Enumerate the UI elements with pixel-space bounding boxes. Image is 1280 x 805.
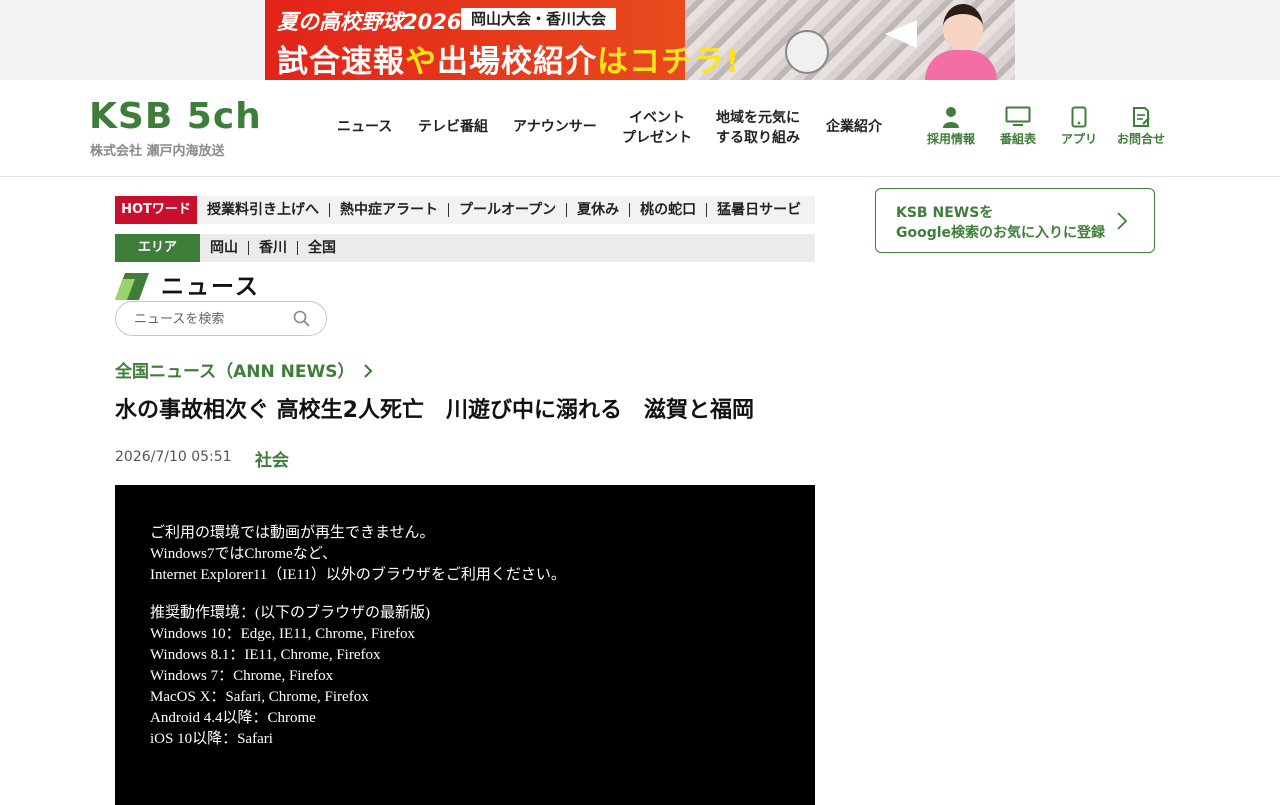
hotword-bar: HOTワード 授業料引き上げへ 熱中症アラート プールオープン 夏休み 桃の蛇口…	[115, 196, 815, 224]
nav-events[interactable]: イベント プレゼント	[622, 108, 692, 148]
video-msg-line: Windows7ではChromeなど、	[150, 546, 337, 562]
video-msg-line: 推奨動作環境：(以下のブラウザの最新版)	[150, 605, 430, 621]
hotword-item[interactable]: 猛暑日サービ	[706, 203, 811, 217]
article-category[interactable]: 社会	[255, 446, 289, 471]
section-mark-icon	[115, 273, 149, 300]
video-msg-line: iOS 10以降：Safari	[150, 731, 273, 747]
hotword-item[interactable]: プールオープン	[448, 203, 566, 217]
video-msg-line: Android 4.4以降：Chrome	[150, 710, 316, 726]
area-national[interactable]: 全国	[297, 241, 346, 255]
video-unsupported-message: ご利用の環境では動画が再生できません。 Windows7ではChromeなど、 …	[150, 523, 566, 750]
area-bar: エリア 岡山 香川 全国	[115, 234, 815, 262]
ad-banner-area: 夏の高校野球2026 岡山大会・香川大会 試合速報や出場校紹介はコチラ!	[0, 0, 1280, 80]
util-recruit[interactable]: 採用情報	[926, 106, 976, 147]
chevron-right-icon	[363, 364, 372, 378]
area-label: エリア	[115, 234, 200, 262]
search-icon[interactable]	[293, 310, 311, 328]
area-kagawa[interactable]: 香川	[248, 241, 297, 255]
contact-form-icon	[1133, 107, 1150, 127]
hotword-label: HOTワード	[115, 196, 197, 224]
person-icon	[943, 107, 959, 128]
video-msg-line: Windows 7：Chrome, Firefox	[150, 668, 334, 684]
site-logo[interactable]: KSB 5ch	[89, 97, 262, 137]
banner-person-image	[915, 0, 1005, 80]
util-schedule[interactable]: 番組表	[996, 106, 1040, 147]
google-favorite-line2: Google検索のお気に入りに登録	[896, 225, 1106, 241]
nav-news[interactable]: ニュース	[337, 117, 392, 137]
hotword-item[interactable]: 夏休み	[566, 203, 629, 217]
nav-company[interactable]: 企業紹介	[826, 117, 882, 137]
search-input[interactable]	[134, 309, 294, 329]
chevron-right-icon	[1117, 212, 1128, 230]
section-title-text: ニュース	[161, 274, 260, 300]
koshien-banner[interactable]: 夏の高校野球2026 岡山大会・香川大会 試合速報や出場校紹介はコチラ!	[265, 0, 1015, 80]
site-header: KSB 5ch 株式会社 瀬戸内海放送 ニュース テレビ番組 アナウンサー イベ…	[0, 80, 1280, 177]
tv-icon	[1005, 106, 1031, 126]
nav-announcers[interactable]: アナウンサー	[513, 117, 597, 137]
video-msg-line: MacOS X：Safari, Chrome, Firefox	[150, 689, 369, 705]
breadcrumb-label: 全国ニュース（ANN NEWS）	[115, 362, 355, 382]
baseball-icon	[785, 30, 829, 74]
area-okayama[interactable]: 岡山	[200, 241, 248, 255]
nav-tv-programs[interactable]: テレビ番組	[418, 117, 488, 137]
banner-title: 夏の高校野球2026	[277, 10, 462, 34]
breadcrumb[interactable]: 全国ニュース（ANN NEWS）	[115, 357, 373, 382]
banner-tag: 岡山大会・香川大会	[461, 8, 617, 30]
hotword-item[interactable]: 桃の蛇口	[629, 203, 706, 217]
hotword-item[interactable]: 熱中症アラート	[329, 203, 448, 217]
megaphone-icon	[885, 20, 917, 48]
util-contact[interactable]: お問合せ	[1116, 106, 1166, 147]
video-player[interactable]: ご利用の環境では動画が再生できません。 Windows7ではChromeなど、 …	[115, 485, 815, 805]
google-favorite-button[interactable]: KSB NEWSを Google検索のお気に入りに登録	[875, 188, 1155, 253]
util-app[interactable]: アプリ	[1060, 106, 1098, 147]
video-msg-line: Internet Explorer11（IE11）以外のブラウザをご利用ください…	[150, 567, 566, 583]
article-headline: 水の事故相次ぐ 高校生2人死亡 川遊び中に溺れる 滋賀と福岡	[115, 398, 754, 423]
news-search	[115, 301, 327, 336]
video-msg-line: Windows 8.1：IE11, Chrome, Firefox	[150, 647, 381, 663]
nav-community[interactable]: 地域を元気に する取り組み	[716, 108, 800, 148]
company-name: 株式会社 瀬戸内海放送	[90, 144, 225, 159]
google-favorite-line1: KSB NEWSを	[896, 205, 994, 221]
banner-headline: 試合速報や出場校紹介はコチラ!	[277, 44, 741, 80]
article-date: 2026/7/10 05:51	[115, 449, 232, 465]
video-msg-line: Windows 10：Edge, IE11, Chrome, Firefox	[150, 626, 416, 642]
hotword-item[interactable]: 授業料引き上げへ	[197, 203, 329, 217]
smartphone-icon	[1071, 106, 1087, 128]
video-msg-line: ご利用の環境では動画が再生できません。	[150, 525, 435, 541]
